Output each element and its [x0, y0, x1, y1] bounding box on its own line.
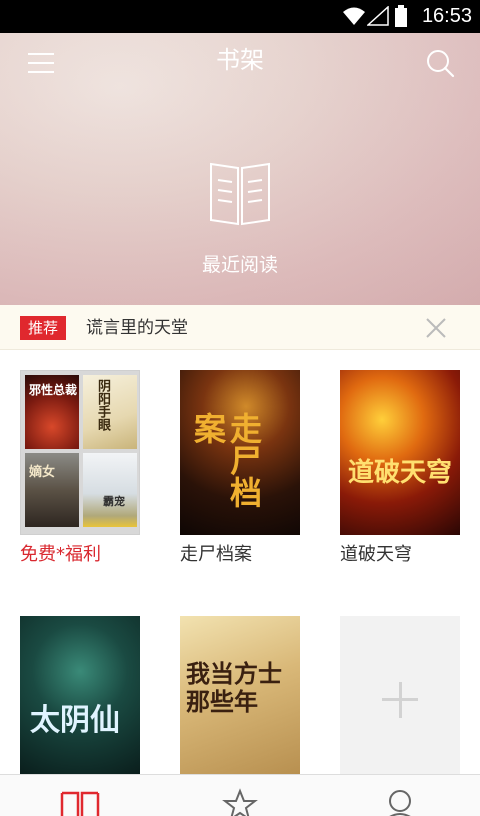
battery-icon — [395, 5, 407, 27]
page-title: 书架 — [216, 46, 264, 74]
book-cover[interactable]: 我当方士那些年 — [180, 616, 300, 774]
shelf-header: 书架 最近阅读 — [0, 33, 480, 305]
recommend-bar[interactable]: 推荐 谎言里的天堂 — [0, 305, 480, 350]
cover-title-text: 道破天穹 — [348, 458, 453, 488]
mini-cover-text: 邪性总裁 — [29, 383, 78, 397]
mini-cover: 阴阳手眼 — [83, 375, 137, 449]
wifi-icon — [343, 7, 365, 25]
recent-reading-button[interactable]: 最近阅读 — [180, 153, 300, 288]
mini-cover-text: 阴阳手眼 — [95, 379, 110, 431]
user-icon[interactable] — [380, 787, 420, 816]
book-title[interactable]: 免费*福利 — [20, 542, 160, 568]
search-icon[interactable] — [424, 47, 456, 79]
mini-cover-text: 嫡女 — [29, 465, 56, 480]
status-time: 16:53 — [421, 5, 472, 27]
mini-cover: 嫡女 — [25, 453, 79, 527]
mini-cover-text: 霸宠 — [103, 495, 125, 508]
bookshelf-icon[interactable] — [60, 787, 100, 816]
plus-icon — [399, 682, 402, 718]
cover-title-text: 太阴仙 — [30, 703, 120, 738]
book-cover-collection[interactable]: 邪性总裁 阴阳手眼 嫡女 霸宠 — [20, 370, 140, 535]
book-title[interactable]: 走尸档案 — [180, 542, 320, 568]
cover-title-text: 我当方士那些年 — [186, 659, 282, 716]
add-book-button[interactable] — [340, 616, 460, 774]
book-cover[interactable]: 道破天穹 — [340, 370, 460, 535]
open-book-icon — [210, 162, 270, 226]
mini-cover: 霸宠 — [83, 453, 137, 527]
star-icon[interactable] — [220, 787, 260, 816]
book-cover[interactable]: 走尸档案 — [180, 370, 300, 535]
bottom-nav — [0, 774, 480, 816]
recommend-title[interactable]: 谎言里的天堂 — [86, 314, 188, 342]
mini-cover: 邪性总裁 — [25, 375, 79, 449]
close-icon[interactable] — [424, 316, 448, 340]
cover-title-text: 走尸档案 — [189, 412, 263, 508]
app-root: 16:53 书架 最近阅读 推荐 谎言里的天堂 邪性总裁 阴阳手眼 嫡女 霸宠 … — [0, 0, 480, 816]
status-bar: 16:53 — [0, 0, 480, 33]
signal-icon — [367, 6, 389, 26]
recent-reading-label: 最近阅读 — [201, 254, 278, 276]
bookshelf-grid: 邪性总裁 阴阳手眼 嫡女 霸宠 免费*福利 走尸档案 走尸档案 道破天穹 道破天… — [0, 350, 480, 774]
recommend-tag: 推荐 — [20, 316, 66, 340]
book-cover[interactable]: 太阴仙 — [20, 616, 140, 774]
book-title[interactable]: 道破天穹 — [340, 542, 480, 568]
